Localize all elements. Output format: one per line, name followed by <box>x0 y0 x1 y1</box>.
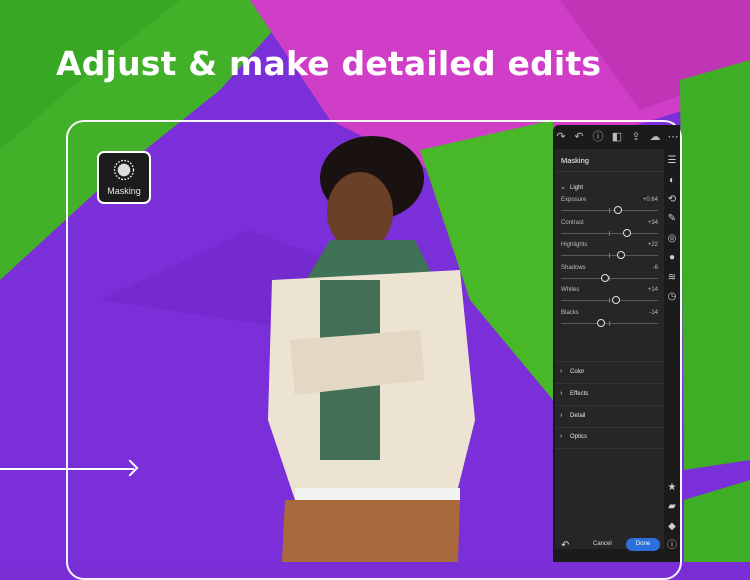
headline: Adjust & make detailed edits <box>56 44 602 83</box>
divider <box>555 427 664 428</box>
tool-rail: ☰ ◐ ⟲ ✎ ◎ ● ≋ ◷ ★ ▰ ◆ ⓘ <box>664 149 680 562</box>
masking-icon[interactable]: ◎ <box>666 233 678 245</box>
slider-handle[interactable] <box>617 251 626 259</box>
healing-brush-icon[interactable]: ✎ <box>666 213 678 225</box>
help-icon[interactable]: ⓘ <box>592 131 604 143</box>
pointer-line <box>0 468 134 470</box>
chevron-right-icon: › <box>560 412 563 419</box>
cloud-icon[interactable]: ☁ <box>649 131 661 143</box>
reset-icon[interactable]: ↶ <box>561 540 569 551</box>
slider-center-tick <box>609 298 610 303</box>
slider-value: +22 <box>647 242 658 248</box>
slider-value: -6 <box>652 264 658 271</box>
bottom-bar: ↶ Cancel Done <box>553 532 664 562</box>
slider-center-tick <box>609 208 610 213</box>
section-light[interactable]: ⌄ Light <box>560 183 583 191</box>
section-optics-label: Optics <box>570 434 588 440</box>
slider-label: Contrast <box>561 219 584 226</box>
tag-icon[interactable]: ◆ <box>666 521 678 533</box>
crop-icon[interactable]: ⟲ <box>666 194 678 206</box>
slider-contrast[interactable]: Contrast +34 <box>561 220 658 242</box>
edit-sliders-icon[interactable]: ☰ <box>666 155 678 167</box>
info-icon[interactable]: ⓘ <box>666 540 678 552</box>
divider <box>555 383 664 384</box>
comment-icon[interactable]: ▰ <box>666 501 678 513</box>
slider-handle[interactable] <box>612 296 621 304</box>
slider-label: Shadows <box>561 264 586 271</box>
divider <box>555 361 664 362</box>
slider-center-tick <box>609 253 610 258</box>
star-icon[interactable]: ★ <box>666 482 678 494</box>
section-color[interactable]: › Color <box>560 368 584 375</box>
divider <box>555 448 664 449</box>
edit-panel: ↷ ↶ ⓘ ◧ ⇪ ☁ ⋯ Masking ⌄ Light Exposure +0.… <box>553 125 680 562</box>
slider-exposure[interactable]: Exposure +0.64 <box>561 197 658 219</box>
panel-title: Masking <box>561 156 589 165</box>
slider-shadows[interactable]: Shadows -6 <box>561 265 658 287</box>
more-icon[interactable]: ⋯ <box>667 131 679 143</box>
cancel-button[interactable]: Cancel <box>593 541 612 547</box>
chevron-right-icon: › <box>560 433 563 440</box>
history-icon[interactable]: ◷ <box>666 291 678 303</box>
section-optics[interactable]: › Optics <box>560 433 587 440</box>
compare-icon[interactable]: ◧ <box>611 131 623 143</box>
section-effects[interactable]: › Effects <box>560 390 588 397</box>
slider-center-tick <box>609 275 610 281</box>
slider-center-tick <box>609 320 610 326</box>
slider-highlights[interactable]: Highlights +22 <box>561 242 658 264</box>
undo-icon[interactable]: ↶ <box>573 131 585 143</box>
section-light-label: Light <box>570 185 584 191</box>
redo-icon[interactable]: ↷ <box>555 131 567 143</box>
section-effects-label: Effects <box>570 391 589 397</box>
top-toolbar: ↷ ↶ ⓘ ◧ ⇪ ☁ ⋯ <box>553 125 680 149</box>
slider-blacks[interactable]: Blacks -14 <box>561 310 658 332</box>
slider-whites[interactable]: Whites +14 <box>561 287 658 309</box>
divider <box>555 405 664 406</box>
slider-value: +34 <box>647 219 658 226</box>
versions-icon[interactable]: ≋ <box>666 272 678 284</box>
divider <box>555 171 664 172</box>
slider-handle[interactable] <box>600 273 609 282</box>
slider-value: +0.64 <box>642 197 658 203</box>
slider-handle[interactable] <box>596 318 605 327</box>
slider-handle[interactable] <box>614 206 623 214</box>
masking-badge-label: Masking <box>107 186 141 196</box>
slider-label: Highlights <box>561 242 588 248</box>
presets-icon[interactable]: ◐ <box>666 175 678 187</box>
chevron-down-icon: ⌄ <box>560 184 566 191</box>
done-button[interactable]: Done <box>626 538 660 551</box>
masking-sheet: Masking ⌄ Light Exposure +0.64 Contrast +34 H… <box>555 149 664 549</box>
slider-center-tick <box>609 230 610 236</box>
chevron-right-icon: › <box>560 368 563 375</box>
section-detail-label: Detail <box>570 413 586 419</box>
masking-icon <box>113 159 135 181</box>
slider-label: Exposure <box>561 197 587 203</box>
slider-handle[interactable] <box>622 228 631 237</box>
slider-label: Blacks <box>561 309 579 316</box>
chevron-right-icon: › <box>560 390 563 397</box>
color-drop-icon[interactable]: ● <box>666 252 678 264</box>
share-icon[interactable]: ⇪ <box>630 131 642 143</box>
slider-value: -14 <box>649 309 658 316</box>
masking-badge[interactable]: Masking <box>97 151 151 204</box>
slider-label: Whites <box>561 287 580 293</box>
slider-value: +14 <box>647 287 658 293</box>
section-detail[interactable]: › Detail <box>560 412 585 419</box>
section-color-label: Color <box>570 369 585 375</box>
